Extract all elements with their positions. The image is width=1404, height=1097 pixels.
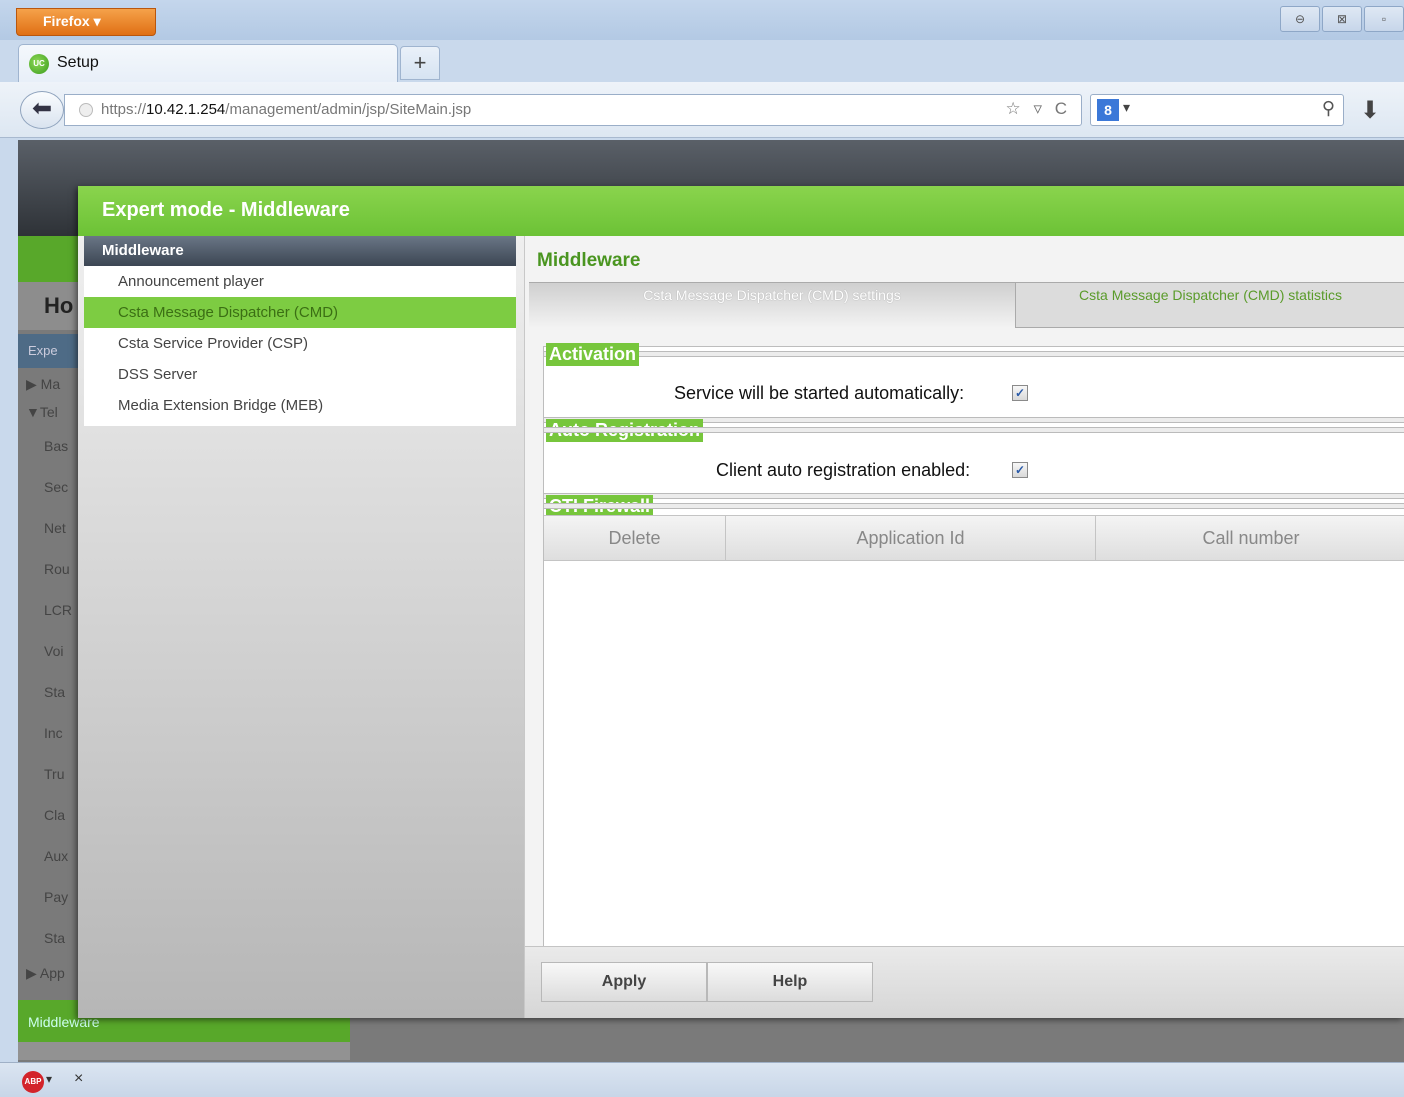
url-bar[interactable]: https://10.42.1.254/management/admin/jsp… [64, 94, 1082, 126]
window-controls: ⊖ ⊠ ▫ [1280, 6, 1404, 32]
menu-item-media-extension-bridge[interactable]: Media Extension Bridge (MEB) [84, 390, 516, 421]
firewall-table-header: Delete Application Id Call number [544, 515, 1404, 561]
window-titlebar: Firefox ▾ ⊖ ⊠ ▫ [0, 0, 1404, 40]
tab-cmd-statistics[interactable]: Csta Message Dispatcher (CMD) statistics [1015, 282, 1404, 328]
dialog-right-panel: Middleware Csta Message Dispatcher (CMD)… [524, 236, 1404, 1018]
firefox-menu-button[interactable]: Firefox ▾ [16, 8, 156, 36]
url-path: /management/admin/jsp/SiteMain.jsp [225, 101, 472, 118]
menu-item-csta-message-dispatcher[interactable]: Csta Message Dispatcher (CMD) [84, 297, 516, 328]
left-panel-header: Middleware [84, 236, 516, 266]
minimize-button[interactable]: ⊖ [1280, 6, 1320, 32]
browser-tab-setup[interactable]: UC Setup [18, 44, 398, 82]
fieldset-divider [544, 351, 1404, 357]
middleware-menu: Announcement player Csta Message Dispatc… [84, 266, 516, 426]
auto-start-label: Service will be started automatically: [674, 383, 965, 403]
help-button[interactable]: Help [707, 962, 873, 1002]
dialog-button-bar: Apply Help [525, 946, 1404, 1018]
auto-registration-checkbox[interactable]: ✓ [1012, 462, 1028, 478]
auto-start-checkbox[interactable]: ✓ [1012, 385, 1028, 401]
chevron-down-icon[interactable]: ▾ [46, 1072, 52, 1086]
dialog-left-panel: Middleware Announcement player Csta Mess… [78, 236, 524, 1018]
new-tab-button[interactable]: + [400, 46, 440, 80]
favicon-icon: UC [29, 54, 49, 74]
site-identity-icon[interactable] [79, 103, 93, 117]
fieldset-divider [544, 427, 1404, 433]
column-header-call-number[interactable]: Call number [1096, 516, 1404, 560]
close-icon[interactable]: × [74, 1070, 83, 1088]
apply-button[interactable]: Apply [541, 962, 707, 1002]
status-bar: ABP ▾ × [0, 1062, 1404, 1097]
download-icon[interactable]: ⬇ [1360, 96, 1380, 125]
menu-item-csta-service-provider[interactable]: Csta Service Provider (CSP) [84, 328, 516, 359]
column-header-delete[interactable]: Delete [544, 516, 726, 560]
menu-item-dss-server[interactable]: DSS Server [84, 359, 516, 390]
adblock-icon[interactable]: ABP [22, 1071, 44, 1093]
section-title: Middleware [537, 250, 641, 271]
dialog-title: Expert mode - Middleware [78, 186, 1404, 236]
tab-cmd-settings[interactable]: Csta Message Dispatcher (CMD) settings [529, 282, 1015, 328]
page-footer [18, 1042, 350, 1060]
maximize-button[interactable]: ⊠ [1322, 6, 1362, 32]
fieldset-divider [544, 493, 1404, 499]
menu-item-announcement-player[interactable]: Announcement player [84, 266, 516, 297]
tab-row: Csta Message Dispatcher (CMD) settings C… [525, 282, 1404, 328]
bookmark-star-icon[interactable]: ☆ ▿ C [1006, 99, 1072, 119]
url-prefix: https:// [101, 101, 147, 118]
settings-content: Activation Service will be started autom… [543, 343, 1404, 970]
search-icon[interactable]: ⚲ [1322, 98, 1335, 119]
auto-registration-label: Client auto registration enabled: [716, 460, 971, 480]
navigation-toolbar: ⬅ https://10.42.1.254/management/admin/j… [0, 82, 1404, 138]
fieldset-divider [544, 503, 1404, 509]
close-window-button[interactable]: ▫ [1364, 6, 1404, 32]
back-button[interactable]: ⬅ [20, 91, 64, 129]
column-header-application-id[interactable]: Application Id [726, 516, 1096, 560]
search-bar[interactable]: 8 ▾ ⚲ [1090, 94, 1344, 126]
url-host: 10.42.1.254 [146, 101, 226, 118]
search-engine-icon[interactable]: 8 [1097, 99, 1119, 121]
chevron-down-icon[interactable]: ▾ [1123, 99, 1130, 116]
tab-title: Setup [57, 54, 99, 71]
activation-legend: Activation [546, 343, 640, 366]
expert-mode-dialog: Expert mode - Middleware Middleware Anno… [78, 186, 1404, 1018]
